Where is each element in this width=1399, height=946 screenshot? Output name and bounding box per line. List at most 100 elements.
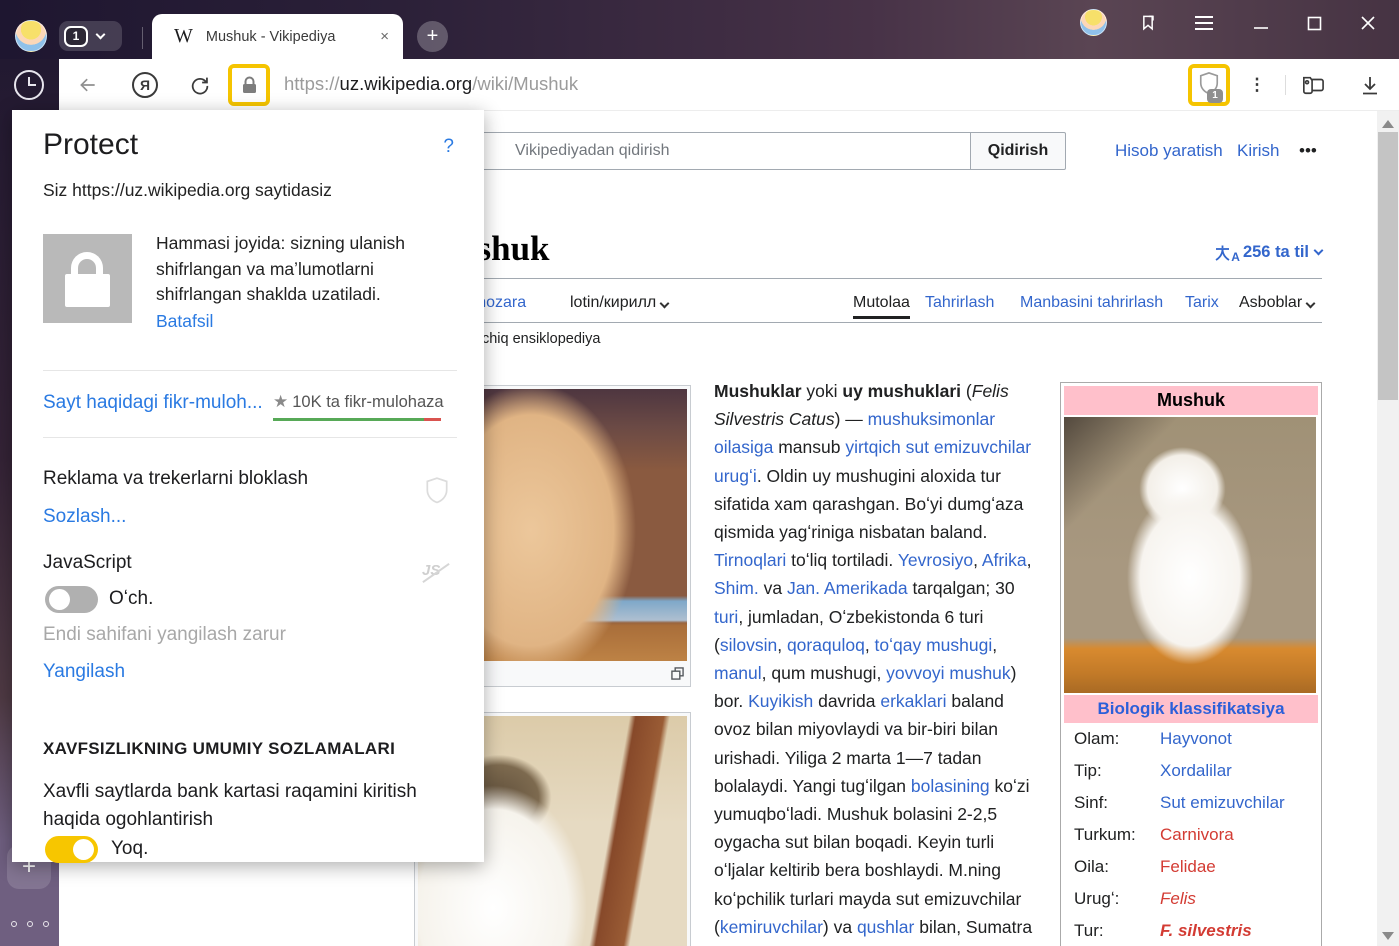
browser-toolbar: Я https://uz.wikipedia.org/wiki/Mushuk 1… — [59, 59, 1399, 111]
lock-icon — [241, 76, 258, 95]
javascript-toggle[interactable] — [45, 586, 98, 613]
taxon-redlink[interactable]: Felidae — [1160, 857, 1216, 877]
url-host: uz.wikipedia.org — [340, 73, 473, 94]
bank-warning-toggle[interactable] — [45, 836, 98, 863]
user-more-icon[interactable]: ••• — [1299, 141, 1317, 161]
shield-icon: 1 — [1198, 71, 1220, 100]
minimize-button[interactable] — [1246, 9, 1276, 37]
browser-tab[interactable]: W Mushuk - Vikipediya × — [152, 14, 403, 59]
secure-lock-icon — [43, 234, 132, 323]
taxobox: Mushuk Biologik klassifikatsiya Olam: Ha… — [1060, 382, 1322, 946]
profile-avatar[interactable] — [15, 20, 47, 52]
tab-history[interactable]: Tarix — [1185, 294, 1219, 312]
title-divider — [425, 278, 1322, 279]
sidebar-more-icon[interactable] — [11, 921, 49, 927]
taxon-redlink[interactable]: F. silvestris — [1160, 921, 1252, 941]
search-button[interactable]: Qidirish — [970, 132, 1066, 170]
taxon-link[interactable]: Hayvonot — [1160, 729, 1232, 749]
taxon-redlink[interactable]: Carnivora — [1160, 825, 1234, 845]
tab-tools[interactable]: Asboblar — [1239, 294, 1314, 312]
panel-divider — [43, 437, 457, 438]
taxon-redlink[interactable]: Felis — [1160, 889, 1196, 909]
bank-card-warning-text: Xavfli saytlarda bank kartasi raqamini k… — [43, 778, 435, 833]
chevron-down-icon — [96, 30, 106, 40]
adblock-settings-link[interactable]: Sozlash... — [43, 506, 126, 528]
taxobox-row: Tur: F. silvestris — [1064, 915, 1318, 946]
blocked-count-badge: 1 — [1207, 89, 1223, 103]
yandex-icon[interactable]: Я — [131, 72, 159, 98]
bookmarks-icon[interactable] — [1134, 9, 1162, 37]
panel-divider — [43, 370, 457, 371]
bank-warning-toggle-label: Yoq. — [111, 838, 148, 860]
security-settings-heading: XAVFSIZLIKNING UMUMIY SOZLAMALARI — [43, 739, 395, 759]
toolbar-divider — [1285, 75, 1286, 95]
tab-group-button[interactable]: 1 — [59, 21, 122, 51]
tab-count-badge: 1 — [64, 26, 88, 47]
taxobox-row: Olam: Hayvonot — [1064, 723, 1318, 755]
wikipedia-favicon: W — [174, 25, 193, 48]
taxon-link[interactable]: Xordalilar — [1160, 761, 1232, 781]
adblock-title: Reklama va trekerlarni bloklash — [43, 468, 308, 490]
extensions-more-icon[interactable]: ⋮ — [1243, 72, 1271, 98]
expand-icon[interactable] — [671, 667, 684, 685]
url-scheme: https:// — [284, 73, 340, 94]
taxobox-row: Oila: Felidae — [1064, 851, 1318, 883]
protect-shield-highlight[interactable]: 1 — [1188, 64, 1230, 106]
protect-title: Protect — [43, 128, 138, 162]
language-icon: A — [1215, 244, 1237, 262]
refresh-link[interactable]: Yangilash — [43, 661, 125, 683]
tab-close-icon[interactable]: × — [380, 28, 389, 45]
rating-bar — [273, 418, 441, 421]
titlebar-divider — [142, 27, 143, 49]
taxobox-row: Urugʻ: Felis — [1064, 883, 1318, 915]
collections-icon[interactable] — [1299, 72, 1327, 98]
scrollbar-thumb[interactable] — [1378, 132, 1398, 400]
site-feedback-link[interactable]: Sayt haqidagi fikr-muloh... — [43, 392, 263, 414]
javascript-toggle-label: Oʻch. — [109, 588, 153, 610]
tab-read[interactable]: Mutolaa — [853, 294, 910, 312]
sync-avatar[interactable] — [1080, 9, 1107, 36]
search-input[interactable] — [478, 132, 971, 170]
back-icon[interactable] — [74, 72, 102, 98]
new-tab-button[interactable]: + — [417, 21, 448, 52]
adblock-shield-icon — [424, 476, 450, 509]
taxobox-section-link[interactable]: Biologik klassifikatsiya — [1064, 695, 1318, 723]
history-icon[interactable] — [14, 70, 44, 100]
menu-icon[interactable] — [1190, 9, 1218, 37]
language-count-label: 256 ta til — [1243, 243, 1309, 262]
url-path: /wiki/Mushuk — [472, 73, 578, 94]
scroll-down-icon[interactable] — [1382, 932, 1394, 940]
tab-variant[interactable]: lotin/кирилл — [570, 294, 668, 312]
taxon-link[interactable]: Sut emizuvchilar — [1160, 793, 1285, 813]
maximize-button[interactable] — [1299, 9, 1329, 37]
chevron-down-icon — [660, 299, 670, 309]
chevron-down-icon — [1314, 246, 1324, 256]
tab-edit-source[interactable]: Manbasini tahrirlash — [1020, 294, 1163, 312]
taxobox-row: Tip: Xordalilar — [1064, 755, 1318, 787]
login-link[interactable]: Kirish — [1237, 141, 1280, 161]
connection-status-text: Hammasi joyida: sizning ulanish shifrlan… — [156, 231, 456, 308]
help-link[interactable]: ? — [443, 136, 454, 158]
tab-edit[interactable]: Tahrirlash — [925, 294, 994, 312]
close-button[interactable] — [1353, 9, 1383, 37]
scroll-up-icon[interactable] — [1382, 120, 1394, 128]
article-paragraph: Mushuklar yoki uy mushuklari (Felis Silv… — [714, 377, 1036, 946]
create-account-link[interactable]: Hisob yaratish — [1115, 141, 1223, 161]
protect-panel: Protect ? Siz https://uz.wikipedia.org s… — [12, 110, 484, 862]
downloads-icon[interactable] — [1356, 72, 1384, 98]
reload-icon[interactable] — [185, 72, 213, 98]
javascript-title: JavaScript — [43, 552, 132, 574]
tabs-divider — [425, 322, 1322, 323]
language-selector[interactable]: A 256 ta til — [1215, 243, 1322, 262]
taxobox-row: Sinf: Sut emizuvchilar — [1064, 787, 1318, 819]
rating-count-text: 10K ta fikr-mulohaza — [292, 393, 443, 411]
details-link[interactable]: Batafsil — [156, 311, 213, 332]
site-identity-text: Siz https://uz.wikipedia.org saytidasiz — [43, 180, 332, 201]
taxobox-row: Turkum: Carnivora — [1064, 819, 1318, 851]
star-icon: ★ — [273, 392, 288, 411]
page-scrollbar[interactable] — [1377, 111, 1399, 946]
kitten-photo[interactable] — [1064, 417, 1316, 693]
site-lock-highlight[interactable] — [228, 64, 270, 106]
site-rating: ★10K ta fikr-mulohaza — [273, 392, 444, 412]
address-url[interactable]: https://uz.wikipedia.org/wiki/Mushuk — [284, 73, 578, 95]
